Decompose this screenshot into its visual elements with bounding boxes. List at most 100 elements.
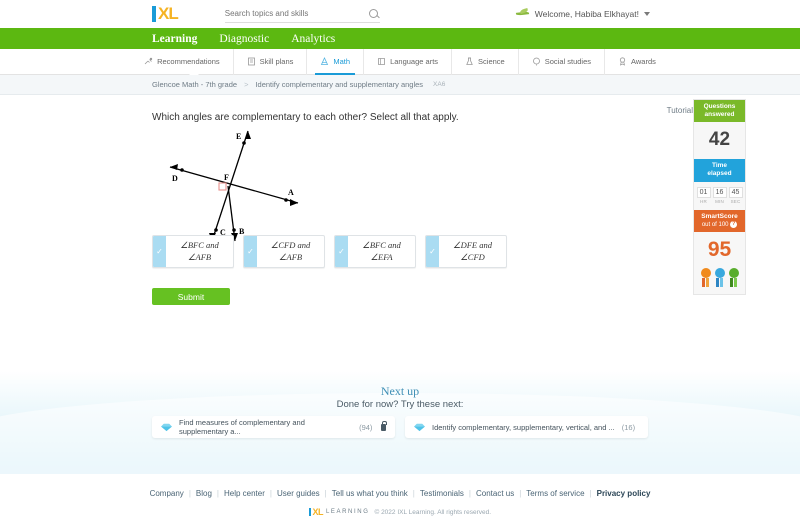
logo-text: XL [158, 4, 179, 23]
top-bar: XL Welcome, Habiba Elkhayat! [0, 0, 800, 28]
clock-minutes-label: MIN [715, 198, 724, 204]
footer-link-company[interactable]: Company [150, 489, 184, 498]
language-arts-icon [377, 57, 386, 66]
next-up-card-label: Identify complementary, supplementary, v… [432, 422, 615, 432]
checkbox-icon[interactable]: ✓ [335, 236, 348, 267]
footer-logo-word: LEARNING [325, 509, 370, 515]
subnav-item-awards[interactable]: Awards [605, 49, 669, 75]
nav-item-learning[interactable]: Learning [152, 33, 197, 45]
question-area: Which angles are complementary to each o… [0, 95, 800, 395]
answer-choices: ✓ ∠BFC and ∠AFB ✓ ∠CFD and ∠AFB ✓ ∠BFC and… [152, 235, 507, 268]
svg-text:F: F [224, 173, 229, 182]
answer-choice-label: ∠CFD and ∠AFB [270, 240, 311, 262]
subnav-item-language-arts[interactable]: Language arts [364, 48, 453, 75]
answer-choice-label: ∠BFC and ∠AFB [180, 240, 219, 262]
search-box[interactable] [224, 6, 380, 23]
subnav-label: Awards [631, 57, 656, 66]
ribbon-icon [714, 268, 725, 288]
answer-choice-label: ∠BFC and ∠EFA [362, 240, 401, 262]
questions-answered-value: 42 [708, 129, 731, 151]
lock-icon [381, 420, 387, 431]
smartscore-title: SmartScore [701, 212, 738, 220]
ixl-logo[interactable]: XL [152, 4, 179, 23]
svg-text:D: D [172, 174, 178, 183]
logo-bar-icon [152, 6, 156, 22]
tutorial-label: Tutorial [666, 106, 693, 115]
footer-logo: XL LEARNING [308, 507, 370, 517]
next-up-card-label: Find measures of complementary and suppl… [179, 418, 305, 436]
subnav-label: Recommendations [157, 57, 220, 66]
question-prompt: Which angles are complementary to each o… [152, 112, 459, 123]
checkbox-icon[interactable]: ✓ [426, 236, 439, 267]
checkbox-icon[interactable]: ✓ [153, 236, 166, 267]
subnav-item-math[interactable]: Math [307, 48, 365, 75]
recommendations-icon [144, 57, 153, 66]
smartscore-header: SmartScore out of 100 ? [694, 209, 745, 233]
footer-link-terms-of-service[interactable]: Terms of service [526, 489, 584, 498]
bird-icon [516, 9, 530, 19]
time-elapsed-title-2: elapsed [707, 170, 732, 178]
award-ribbons [694, 266, 745, 294]
breadcrumb-skill: Identify complementary and supplementary… [255, 80, 424, 89]
questions-answered-title-1: Questions [703, 103, 736, 110]
footer-link-blog[interactable]: Blog [196, 489, 212, 498]
footer-link-user-guides[interactable]: User guides [277, 489, 320, 498]
score-panel: Questions answered 42 Time elapsed 01 HR… [693, 99, 746, 296]
next-up-section: Next up Done for now? Try these next: Fi… [0, 371, 800, 532]
user-menu[interactable]: Welcome, Habiba Elkhayat! [516, 9, 650, 19]
clock-seconds-label: SEC [730, 198, 741, 204]
skill-plans-icon [247, 57, 256, 66]
next-up-card-count: (16) [621, 422, 636, 432]
svg-text:E: E [236, 132, 241, 141]
search-icon[interactable] [368, 9, 378, 18]
smartscore-subtitle: out of 100 [701, 221, 729, 228]
breadcrumb-separator-icon: > [244, 80, 249, 89]
subnav-item-social-studies[interactable]: Social studies [519, 48, 606, 75]
answer-choice[interactable]: ✓ ∠DFE and ∠CFD [425, 235, 507, 268]
checkbox-icon[interactable]: ✓ [244, 236, 257, 267]
math-icon [320, 57, 329, 66]
search-input[interactable] [224, 9, 345, 18]
footer-link-feedback[interactable]: Tell us what you think [332, 489, 408, 498]
next-up-card[interactable]: Identify complementary, supplementary, v… [405, 416, 648, 438]
subnav-item-skill-plans[interactable]: Skill plans [234, 48, 308, 75]
chevron-down-icon[interactable] [644, 12, 650, 16]
ribbon-icon [700, 268, 711, 288]
next-up-subtitle: Done for now? Try these next: [336, 399, 464, 410]
nav-item-diagnostic[interactable]: Diagnostic [219, 33, 269, 45]
angle-diagram: E D F A C B [160, 127, 310, 247]
footer-link-contact-us[interactable]: Contact us [476, 489, 514, 498]
footer-link-help-center[interactable]: Help center [224, 489, 265, 498]
copyright-text: © 2022 IXL Learning. All rights reserved… [374, 508, 492, 516]
time-elapsed-title-1: Time [711, 162, 728, 170]
clock-minutes: 16 [712, 186, 727, 198]
subnav-label: Science [478, 57, 505, 66]
main-nav: Learning Diagnostic Analytics [0, 28, 800, 49]
gem-icon [161, 423, 172, 431]
science-icon [465, 57, 474, 66]
answer-choice-label: ∠DFE and ∠CFD [452, 240, 493, 262]
nav-item-analytics[interactable]: Analytics [291, 33, 335, 45]
footer-link-testimonials[interactable]: Testimonials [420, 489, 464, 498]
subnav-label: Language arts [390, 57, 439, 66]
submit-button[interactable]: Submit [152, 288, 230, 305]
answer-choice[interactable]: ✓ ∠BFC and ∠EFA [334, 235, 416, 268]
subnav-label: Social studies [544, 57, 592, 66]
next-up-title: Next up [380, 384, 420, 398]
awards-icon [618, 57, 627, 66]
answer-choice[interactable]: ✓ ∠BFC and ∠AFB [152, 235, 234, 268]
clock-seconds: 45 [728, 186, 743, 198]
questions-answered-title-2: answered [704, 111, 735, 119]
subnav-item-recommendations[interactable]: Recommendations [131, 48, 234, 75]
next-up-card[interactable]: Find measures of complementary and suppl… [152, 416, 395, 438]
gem-icon [414, 423, 425, 431]
breadcrumb: Glencoe Math - 7th grade > Identify comp… [0, 75, 800, 95]
footer: Company | Blog | Help center | User guides |… [0, 474, 800, 532]
subnav-item-science[interactable]: Science [452, 48, 519, 75]
help-icon[interactable]: ? [730, 220, 738, 228]
footer-link-privacy-policy[interactable]: Privacy policy [597, 489, 651, 498]
answer-choice[interactable]: ✓ ∠CFD and ∠AFB [243, 235, 325, 268]
clock-hours: 01 [696, 186, 711, 198]
time-elapsed-clock: 01 HR 16 MIN 45 SEC [694, 182, 745, 210]
breadcrumb-course[interactable]: Glencoe Math - 7th grade [152, 80, 237, 89]
